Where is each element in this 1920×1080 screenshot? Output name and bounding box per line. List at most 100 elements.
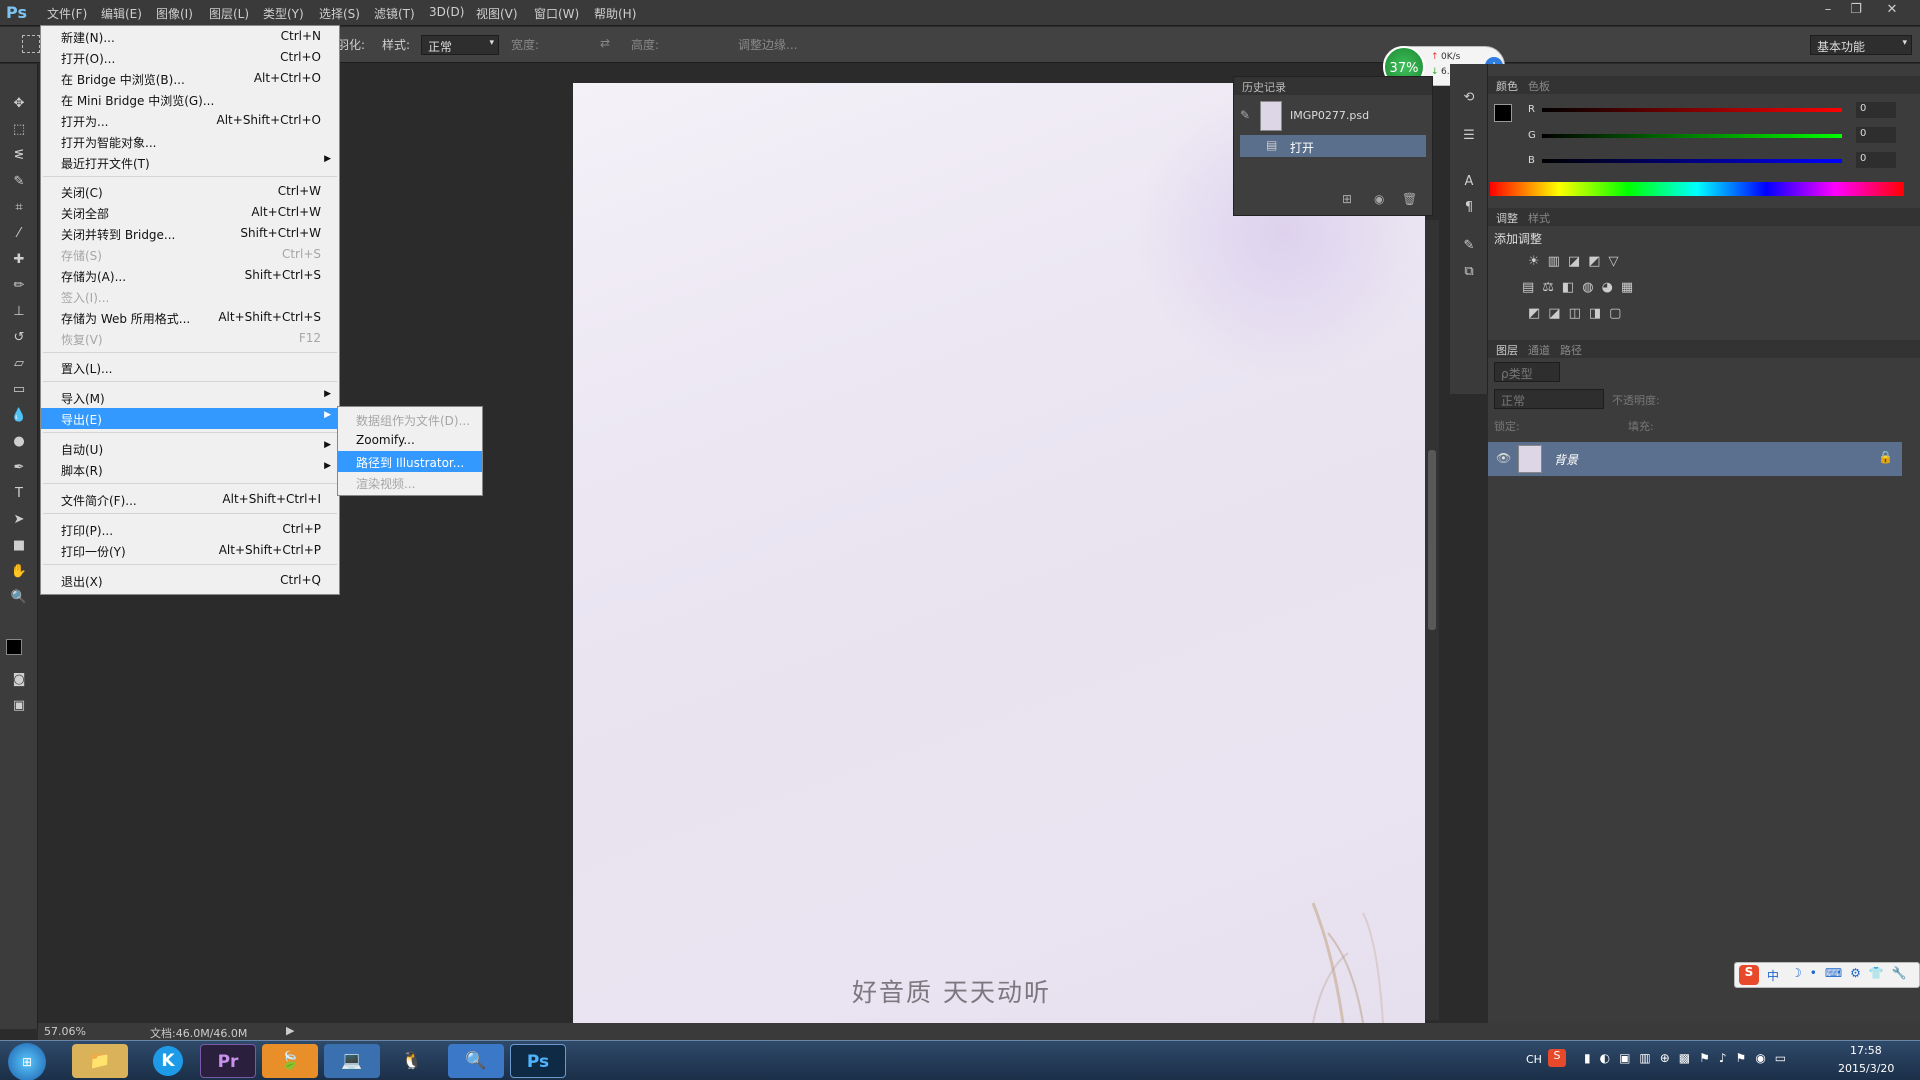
layer-kind-filter[interactable]: ρ类型 bbox=[1494, 362, 1560, 382]
start-button[interactable]: ⊞ bbox=[8, 1043, 46, 1080]
vertical-scrollbar[interactable] bbox=[1425, 220, 1439, 1020]
tray-language[interactable]: CH bbox=[1526, 1053, 1542, 1066]
refine-edge-button[interactable]: 调整边缘... bbox=[738, 36, 797, 53]
tab-channels[interactable]: 通道 bbox=[1528, 342, 1550, 358]
healing-brush-tool-icon[interactable]: ✚ bbox=[9, 250, 29, 270]
adjustment-icons-row-2[interactable]: ▤⚖◧◍◕▦ bbox=[1522, 280, 1662, 300]
tray-sogou-icon[interactable]: S bbox=[1548, 1049, 1566, 1067]
channel-b-slider[interactable] bbox=[1542, 159, 1842, 163]
menu-save-for-web[interactable]: 存储为 Web 所用格式... Alt+Shift+Ctrl+S bbox=[41, 307, 339, 328]
kugou-taskbar-icon[interactable]: K bbox=[140, 1044, 196, 1078]
play-icon[interactable]: ▶ bbox=[286, 1024, 294, 1037]
pen-tool-icon[interactable]: ✒ bbox=[9, 458, 29, 478]
menu-layer[interactable]: 图层(L) bbox=[209, 5, 249, 22]
zoom-level[interactable]: 57.06% bbox=[44, 1025, 86, 1038]
type-tool-icon[interactable]: T bbox=[9, 484, 29, 504]
menu-save[interactable]: 存储(S) Ctrl+S bbox=[41, 244, 339, 265]
browser-taskbar-icon[interactable]: 🍃 bbox=[262, 1044, 318, 1078]
character-panel-icon[interactable]: A bbox=[1459, 172, 1479, 192]
layer-row-background[interactable]: 👁 背景 🔒 bbox=[1488, 442, 1902, 476]
premiere-taskbar-icon[interactable]: Pr bbox=[200, 1044, 256, 1078]
camera-icon[interactable]: ◉ bbox=[1374, 192, 1384, 206]
workspace-select[interactable]: 基本功能 ▾ bbox=[1810, 35, 1912, 55]
tab-swatches[interactable]: 色板 bbox=[1528, 78, 1550, 94]
menu-view[interactable]: 视图(V) bbox=[476, 5, 518, 22]
foreground-color-swatch[interactable] bbox=[1494, 104, 1512, 122]
path-select-tool-icon[interactable]: ➤ bbox=[9, 510, 29, 530]
screen-mode-icon[interactable]: ▣ bbox=[9, 696, 29, 716]
quick-select-tool-icon[interactable]: ✎ bbox=[9, 172, 29, 192]
zoom-tool-icon[interactable]: 🔍 bbox=[9, 588, 29, 608]
menu-edit[interactable]: 编辑(E) bbox=[101, 5, 142, 22]
menu-open-as[interactable]: 打开为... Alt+Shift+Ctrl+O bbox=[41, 110, 339, 131]
menu-print[interactable]: 打印(P)... Ctrl+P bbox=[41, 519, 339, 540]
menu-recent-files[interactable]: 最近打开文件(T) ▶ bbox=[41, 152, 339, 173]
history-step[interactable]: ▤ 打开 bbox=[1240, 135, 1426, 157]
channel-g-slider[interactable] bbox=[1542, 134, 1842, 138]
menu-scripts[interactable]: 脚本(R) ▶ bbox=[41, 459, 339, 480]
menu-browse-bridge[interactable]: 在 Bridge 中浏览(B)... Alt+Ctrl+O bbox=[41, 68, 339, 89]
menu-close[interactable]: 关闭(C) Ctrl+W bbox=[41, 181, 339, 202]
ime-toolbar[interactable]: S 中 ☽•⌨⚙👕🔧 bbox=[1734, 962, 1920, 988]
channel-r-slider[interactable] bbox=[1542, 108, 1842, 112]
tab-color[interactable]: 颜色 bbox=[1496, 78, 1518, 94]
menu-select[interactable]: 选择(S) bbox=[319, 5, 360, 22]
menu-help[interactable]: 帮助(H) bbox=[594, 5, 636, 22]
channel-g-input[interactable]: 0 bbox=[1856, 127, 1896, 143]
menu-revert[interactable]: 恢复(V) F12 bbox=[41, 328, 339, 349]
blend-mode-select[interactable]: 正常 bbox=[1494, 389, 1604, 409]
eyedropper-tool-icon[interactable]: ⁄ bbox=[9, 224, 29, 244]
marquee-tool-icon[interactable] bbox=[22, 35, 40, 53]
menu-file-info[interactable]: 文件简介(F)... Alt+Shift+Ctrl+I bbox=[41, 489, 339, 510]
swap-icon[interactable]: ⇄ bbox=[600, 36, 610, 50]
tray-icons[interactable]: ▮◐▣▥⊕▩⚑♪⚑◉▭ bbox=[1584, 1051, 1795, 1065]
menu-close-all[interactable]: 关闭全部 Alt+Ctrl+W bbox=[41, 202, 339, 223]
crop-tool-icon[interactable]: ⌗ bbox=[9, 198, 29, 218]
shape-tool-icon[interactable]: ■ bbox=[9, 536, 29, 556]
menu-filter[interactable]: 滤镜(T) bbox=[374, 5, 415, 22]
restore-button[interactable]: ❐ bbox=[1844, 2, 1868, 20]
move-tool-icon[interactable]: ✥ bbox=[9, 94, 29, 114]
new-document-icon[interactable]: ⊞ bbox=[1342, 192, 1352, 206]
submenu-zoomify[interactable]: Zoomify... bbox=[338, 430, 482, 451]
menu-exit[interactable]: 退出(X) Ctrl+Q bbox=[41, 570, 339, 591]
close-button[interactable]: ✕ bbox=[1880, 2, 1904, 20]
channel-b-input[interactable]: 0 bbox=[1856, 152, 1896, 168]
document-canvas[interactable] bbox=[573, 83, 1425, 1023]
foreground-color-swatch[interactable] bbox=[6, 639, 22, 655]
menu-file[interactable]: 文件(F) bbox=[47, 5, 87, 22]
menu-new[interactable]: 新建(N)... Ctrl+N bbox=[41, 26, 339, 47]
tray-time[interactable]: 17:58 bbox=[1850, 1044, 1882, 1057]
lasso-tool-icon[interactable]: ᓬ bbox=[9, 146, 29, 166]
color-spectrum-bar[interactable] bbox=[1490, 182, 1904, 196]
menu-open-smart-object[interactable]: 打开为智能对象... bbox=[41, 131, 339, 152]
menu-close-go-bridge[interactable]: 关闭并转到 Bridge... Shift+Ctrl+W bbox=[41, 223, 339, 244]
brush-panel-icon[interactable]: ✎ bbox=[1459, 236, 1479, 256]
history-snapshot[interactable]: ✎ IMGP0277.psd bbox=[1240, 101, 1426, 131]
menu-print-one[interactable]: 打印一份(Y) Alt+Shift+Ctrl+P bbox=[41, 540, 339, 561]
menu-browse-mini-bridge[interactable]: 在 Mini Bridge 中浏览(G)... bbox=[41, 89, 339, 110]
eraser-tool-icon[interactable]: ▱ bbox=[9, 354, 29, 374]
menu-import[interactable]: 导入(M) ▶ bbox=[41, 387, 339, 408]
tab-layers[interactable]: 图层 bbox=[1496, 342, 1518, 358]
ime-chinese-mode[interactable]: 中 bbox=[1767, 967, 1779, 984]
brush-tool-icon[interactable]: ✏ bbox=[9, 276, 29, 296]
tab-adjustments[interactable]: 调整 bbox=[1496, 210, 1518, 226]
tab-paths[interactable]: 路径 bbox=[1560, 342, 1582, 358]
clone-stamp-tool-icon[interactable]: ⊥ bbox=[9, 302, 29, 322]
tray-date[interactable]: 2015/3/20 bbox=[1838, 1062, 1894, 1075]
menu-image[interactable]: 图像(I) bbox=[156, 5, 193, 22]
tab-styles[interactable]: 样式 bbox=[1528, 210, 1550, 226]
photoshop-taskbar-icon[interactable]: Ps bbox=[510, 1044, 566, 1078]
dodge-tool-icon[interactable]: ● bbox=[9, 432, 29, 452]
menu-automate[interactable]: 自动(U) ▶ bbox=[41, 438, 339, 459]
paragraph-panel-icon[interactable]: ¶ bbox=[1459, 198, 1479, 218]
menu-3d[interactable]: 3D(D) bbox=[429, 5, 464, 19]
quick-mask-icon[interactable]: ◙ bbox=[9, 670, 29, 690]
search-taskbar-icon[interactable]: 🔍 bbox=[448, 1044, 504, 1078]
history-tab[interactable]: 历史记录 bbox=[1234, 77, 1432, 95]
photoshop-logo[interactable]: Ps bbox=[6, 3, 32, 23]
qq-taskbar-icon[interactable]: 🐧 bbox=[384, 1044, 440, 1078]
menu-window[interactable]: 窗口(W) bbox=[534, 5, 579, 22]
submenu-render-video[interactable]: 渲染视频... bbox=[338, 472, 482, 493]
